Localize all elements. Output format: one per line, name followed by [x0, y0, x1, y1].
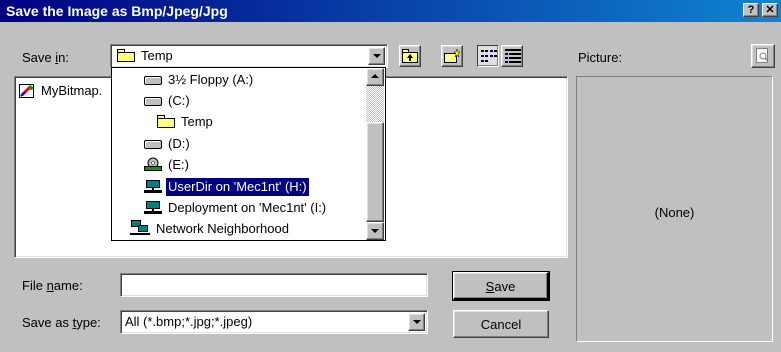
cancel-button[interactable]: Cancel [453, 310, 549, 338]
file-name-input[interactable] [120, 273, 428, 297]
chevron-up-icon [371, 74, 379, 78]
scroll-track[interactable] [366, 86, 384, 122]
dropdown-item-floppy[interactable]: 3½ Floppy (A:) [144, 71, 364, 89]
save-button[interactable]: Save [452, 271, 550, 301]
save-in-dropdown-button[interactable] [368, 47, 385, 65]
title-bar: Save the Image as Bmp/Jpeg/Jpg ? ✕ [0, 0, 781, 22]
save-as-type-select[interactable]: All (*.bmp;*.jpg;*.jpeg) [120, 310, 428, 334]
hard-drive-icon [144, 140, 162, 149]
details-view-button[interactable] [501, 45, 523, 67]
hard-drive-icon [144, 97, 162, 106]
scroll-up-button[interactable] [366, 68, 384, 86]
network-neighborhood-icon [130, 220, 150, 235]
up-one-level-button[interactable] [399, 45, 421, 67]
help-button[interactable]: ? [743, 3, 759, 17]
save-as-type-value: All (*.bmp;*.jpg;*.jpeg) [125, 314, 253, 329]
chevron-down-icon [412, 320, 421, 324]
file-name-label: File name: [22, 278, 83, 293]
chevron-down-icon [372, 54, 381, 58]
save-in-value: Temp [141, 48, 173, 63]
picture-label: Picture: [578, 50, 623, 65]
floppy-drive-icon [144, 76, 162, 85]
page-preview-icon [756, 48, 769, 63]
save-as-type-dropdown-button[interactable] [408, 313, 425, 331]
list-view-button[interactable] [477, 45, 499, 67]
picture-preview: (None) [576, 76, 773, 342]
dropdown-item-i-drive[interactable]: Deployment on 'Mec1nt' (I:) [144, 199, 374, 217]
folder-icon [117, 49, 135, 62]
network-drive-icon [144, 201, 162, 215]
network-drive-icon [144, 180, 162, 194]
file-name-text: MyBitmap. [41, 83, 103, 98]
chevron-down-icon [371, 229, 379, 233]
save-in-combo[interactable]: Temp [110, 44, 388, 68]
save-in-dropdown-list[interactable]: 3½ Floppy (A:) (C:) Temp (D:) (E:) UserD… [111, 67, 386, 241]
dropdown-item-e-drive[interactable]: (E:) [144, 156, 364, 174]
dropdown-item-temp[interactable]: Temp [157, 113, 357, 131]
bitmap-file-icon [19, 84, 34, 98]
save-in-label: Save in: [22, 50, 69, 65]
new-folder-icon [444, 49, 460, 63]
details-view-icon [505, 49, 521, 63]
list-view-icon [481, 50, 497, 62]
dropdown-item-network[interactable]: Network Neighborhood [130, 220, 360, 238]
picture-preview-text: (None) [654, 205, 695, 220]
create-new-folder-button[interactable] [441, 45, 463, 67]
cd-drive-icon [144, 157, 162, 171]
scroll-down-button[interactable] [366, 222, 384, 240]
dropdown-item-h-drive[interactable]: UserDir on 'Mec1nt' (H:) [144, 177, 364, 197]
window-title: Save the Image as Bmp/Jpeg/Jpg [6, 3, 228, 19]
close-button[interactable]: ✕ [762, 3, 778, 17]
dropdown-item-d-drive[interactable]: (D:) [144, 135, 364, 153]
folder-icon [157, 115, 175, 128]
dropdown-scrollbar[interactable] [366, 68, 384, 240]
up-folder-icon [402, 49, 418, 63]
preview-toggle-button[interactable] [751, 44, 775, 68]
dropdown-item-c-drive[interactable]: (C:) [144, 92, 364, 110]
scroll-thumb[interactable] [366, 122, 384, 222]
save-as-type-label: Save as type: [22, 315, 101, 330]
